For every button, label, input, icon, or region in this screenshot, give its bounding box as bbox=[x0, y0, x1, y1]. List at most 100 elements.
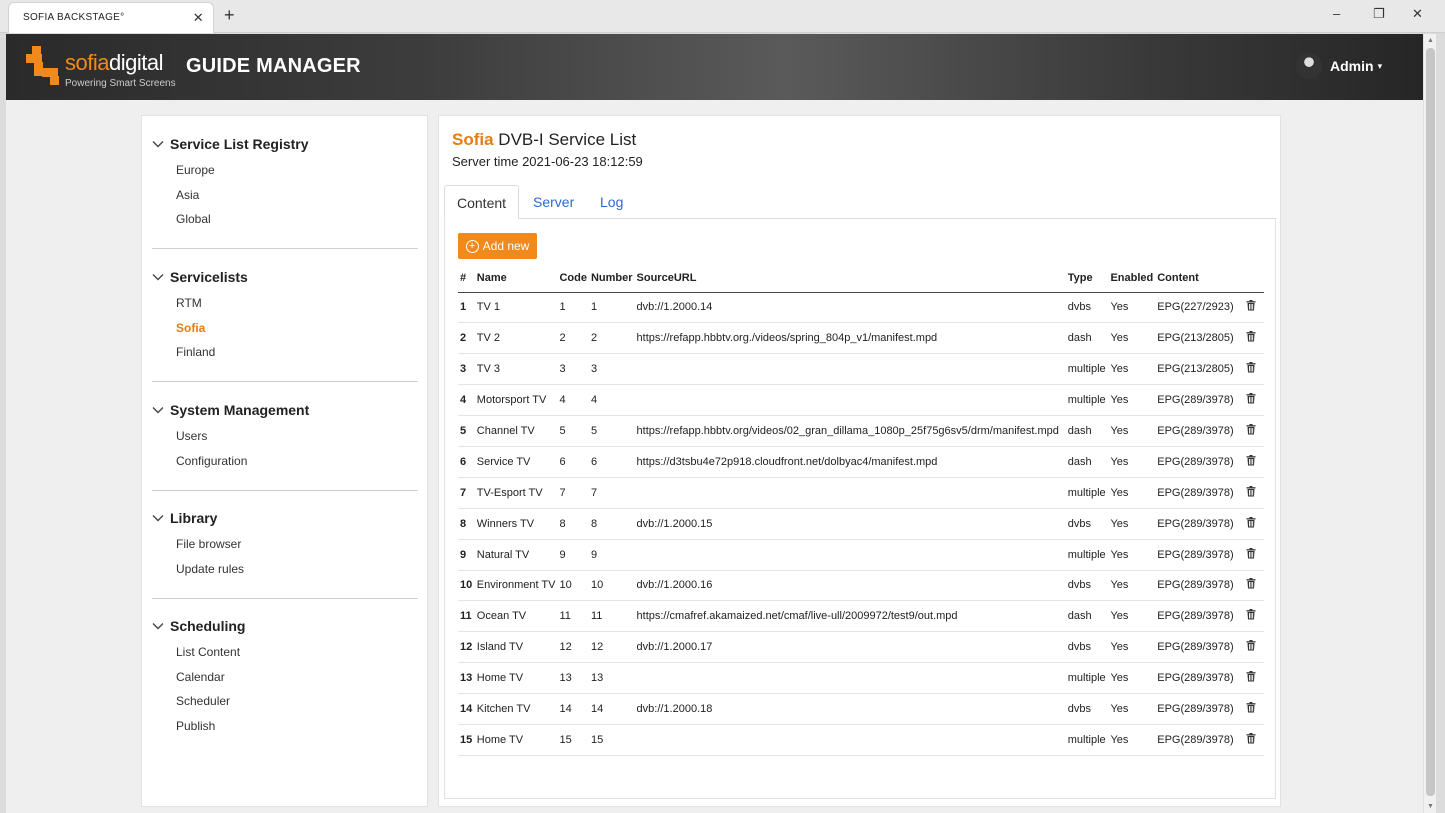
trash-icon[interactable] bbox=[1246, 516, 1256, 528]
column-header-index[interactable]: # bbox=[458, 265, 475, 293]
table-row[interactable]: 1 TV 1 1 1 dvb://1.2000.14 dvbs Yes EPG(227/292… bbox=[458, 292, 1264, 324]
app-header: sofiadigital Powering Smart Screens GUID… bbox=[6, 34, 1423, 100]
close-window-icon[interactable]: ✕ bbox=[1412, 6, 1423, 22]
trash-icon[interactable] bbox=[1246, 424, 1256, 435]
table-row[interactable]: 5 Channel TV 5 5 https://refapp.hbbtv.org/vi… bbox=[458, 415, 1264, 447]
trash-icon[interactable] bbox=[1246, 671, 1256, 682]
trash-icon[interactable] bbox=[1246, 609, 1256, 620]
sidebar-section-label: Service List Registry bbox=[170, 136, 309, 152]
close-tab-icon[interactable]: ✕ bbox=[193, 10, 204, 26]
scroll-up-icon[interactable]: ▲ bbox=[1427, 37, 1434, 44]
table-row[interactable]: 12 Island TV 12 12 dvb://1.2000.17 dvbs Yes EPG… bbox=[458, 631, 1264, 664]
new-tab-icon[interactable]: + bbox=[224, 5, 235, 26]
row-sourceurl: dvb://1.2000.16 bbox=[634, 570, 1066, 602]
minimize-icon[interactable]: – bbox=[1333, 6, 1340, 21]
row-index: 14 bbox=[458, 693, 475, 725]
tab-server[interactable]: Server bbox=[521, 185, 586, 219]
sidebar-section-title[interactable]: Library bbox=[152, 508, 418, 528]
column-header-content[interactable]: Content bbox=[1155, 265, 1245, 293]
sidebar-item-file-browser[interactable]: File browser bbox=[152, 532, 418, 557]
sidebar-item-calendar[interactable]: Calendar bbox=[152, 665, 418, 690]
sidebar-section-scheduling: Scheduling List Content Calendar Schedul… bbox=[152, 616, 418, 738]
browser-tab[interactable]: SOFIA BACKSTAGE° ✕ bbox=[8, 2, 214, 33]
table-row[interactable]: 6 Service TV 6 6 https://d3tsbu4e72p918.clou… bbox=[458, 446, 1264, 478]
sidebar-section-title[interactable]: Servicelists bbox=[152, 267, 418, 287]
page-scrollbar[interactable]: ▲ ▼ bbox=[1423, 34, 1436, 813]
table-row[interactable]: 10 Environment TV 10 10 dvb://1.2000.16 dvbs Y… bbox=[458, 570, 1264, 602]
sidebar-item-europe[interactable]: Europe bbox=[152, 158, 418, 183]
trash-icon[interactable] bbox=[1246, 732, 1256, 744]
column-header-sourceurl[interactable]: SourceURL bbox=[634, 265, 1066, 293]
column-header-name[interactable]: Name bbox=[474, 265, 558, 293]
trash-icon[interactable] bbox=[1246, 331, 1256, 342]
row-code: 13 bbox=[557, 662, 589, 695]
sidebar-item-scheduler[interactable]: Scheduler bbox=[152, 689, 418, 714]
table-row[interactable]: 15 Home TV 15 15 multiple Yes EPG(289/3978) bbox=[458, 724, 1264, 756]
sidebar-section-label: Servicelists bbox=[170, 269, 248, 285]
column-header-number[interactable]: Number bbox=[588, 265, 635, 293]
sidebar-item-finland[interactable]: Finland bbox=[152, 340, 418, 365]
trash-icon[interactable] bbox=[1246, 702, 1256, 713]
row-content: EPG(289/3978) bbox=[1155, 384, 1245, 417]
trash-icon[interactable] bbox=[1246, 640, 1256, 651]
sidebar-item-users[interactable]: Users bbox=[152, 424, 418, 449]
column-header-type[interactable]: Type bbox=[1065, 265, 1109, 293]
page-title-accent: Sofia bbox=[452, 130, 494, 149]
table-row[interactable]: 3 TV 3 3 3 multiple Yes EPG(213/2805) bbox=[458, 353, 1264, 386]
trash-icon[interactable] bbox=[1246, 300, 1256, 311]
trash-icon[interactable] bbox=[1246, 547, 1256, 559]
table-row[interactable]: 7 TV-Esport TV 7 7 multiple Yes EPG(289/3978) bbox=[458, 477, 1264, 509]
row-code: 15 bbox=[557, 724, 589, 756]
restore-icon[interactable]: ❐ bbox=[1373, 6, 1385, 22]
table-row[interactable]: 2 TV 2 2 2 https://refapp.hbbtv.org./videos/… bbox=[458, 322, 1264, 355]
row-name: Home TV bbox=[474, 662, 558, 695]
sidebar-item-publish[interactable]: Publish bbox=[152, 714, 418, 739]
table-row[interactable]: 9 Natural TV 9 9 multiple Yes EPG(289/3978) bbox=[458, 539, 1264, 571]
app-viewport: sofiadigital Powering Smart Screens GUID… bbox=[6, 34, 1423, 813]
row-type: dvbs bbox=[1065, 693, 1109, 725]
row-sourceurl bbox=[634, 662, 1066, 695]
user-menu[interactable]: Admin ▾ bbox=[1296, 52, 1382, 80]
table-row[interactable]: 8 Winners TV 8 8 dvb://1.2000.15 dvbs Yes EPG(2… bbox=[458, 508, 1264, 540]
trash-icon[interactable] bbox=[1246, 485, 1256, 497]
scrollbar-thumb[interactable] bbox=[1426, 48, 1435, 796]
row-content: EPG(213/2805) bbox=[1155, 353, 1245, 386]
row-enabled: Yes bbox=[1108, 662, 1156, 695]
sidebar-item-asia[interactable]: Asia bbox=[152, 183, 418, 208]
trash-icon[interactable] bbox=[1246, 393, 1256, 404]
table-row[interactable]: 14 Kitchen TV 14 14 dvb://1.2000.18 dvbs Yes EP… bbox=[458, 693, 1264, 725]
page-title-rest: DVB-I Service List bbox=[493, 130, 637, 149]
row-actions bbox=[1244, 693, 1264, 725]
sidebar-item-configuration[interactable]: Configuration bbox=[152, 449, 418, 474]
sidebar-item-update-rules[interactable]: Update rules bbox=[152, 557, 418, 582]
trash-icon[interactable] bbox=[1246, 362, 1256, 373]
tab-log[interactable]: Log bbox=[588, 185, 635, 219]
row-type: multiple bbox=[1065, 539, 1109, 571]
column-header-enabled[interactable]: Enabled bbox=[1108, 265, 1156, 293]
table-row[interactable]: 11 Ocean TV 11 11 https://cmafref.akamaized.… bbox=[458, 600, 1264, 633]
row-type: dash bbox=[1065, 446, 1109, 478]
sidebar-item-global[interactable]: Global bbox=[152, 207, 418, 232]
row-sourceurl: dvb://1.2000.18 bbox=[634, 693, 1066, 725]
row-enabled: Yes bbox=[1108, 446, 1156, 478]
row-number: 4 bbox=[588, 384, 635, 417]
row-number: 9 bbox=[588, 539, 635, 571]
scroll-down-icon[interactable]: ▼ bbox=[1427, 803, 1434, 810]
column-header-code[interactable]: Code bbox=[557, 265, 589, 293]
sidebar-item-list-content[interactable]: List Content bbox=[152, 640, 418, 665]
sidebar-section-title[interactable]: Scheduling bbox=[152, 616, 418, 636]
add-new-button[interactable]: + Add new bbox=[458, 233, 537, 259]
row-code: 5 bbox=[557, 415, 589, 447]
sidebar-item-rtm[interactable]: RTM bbox=[152, 291, 418, 316]
trash-icon[interactable] bbox=[1246, 578, 1256, 589]
sidebar-section-title[interactable]: Service List Registry bbox=[152, 134, 418, 154]
row-actions bbox=[1244, 446, 1264, 478]
sidebar-section-title[interactable]: System Management bbox=[152, 400, 418, 420]
sidebar-item-sofia[interactable]: Sofia bbox=[152, 316, 418, 341]
table-row[interactable]: 4 Motorsport TV 4 4 multiple Yes EPG(289/3978) bbox=[458, 384, 1264, 417]
row-name: Environment TV bbox=[474, 570, 558, 602]
trash-icon[interactable] bbox=[1246, 454, 1256, 466]
table-row[interactable]: 13 Home TV 13 13 multiple Yes EPG(289/3978) bbox=[458, 662, 1264, 695]
row-code: 4 bbox=[557, 384, 589, 417]
tab-content[interactable]: Content bbox=[444, 185, 520, 219]
